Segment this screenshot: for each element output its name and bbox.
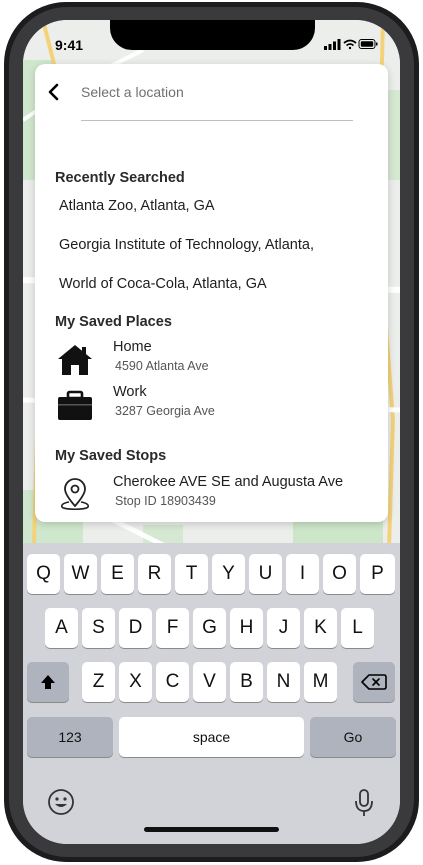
key-z[interactable]: Z xyxy=(82,662,115,702)
key-d[interactable]: D xyxy=(119,608,152,648)
key-g[interactable]: G xyxy=(193,608,226,648)
house-icon xyxy=(55,343,95,377)
key-f[interactable]: F xyxy=(156,608,189,648)
key-k[interactable]: K xyxy=(304,608,337,648)
shift-key[interactable] xyxy=(27,662,69,702)
microphone-icon xyxy=(355,789,373,816)
key-y[interactable]: Y xyxy=(212,554,245,594)
location-search-card: Recently Searched Atlanta Zoo, Atlanta, … xyxy=(35,64,388,522)
key-a[interactable]: A xyxy=(45,608,78,648)
key-c[interactable]: C xyxy=(156,662,189,702)
key-n[interactable]: N xyxy=(267,662,300,702)
saved-place-address: 3287 Georgia Ave xyxy=(115,404,215,418)
chevron-left-icon xyxy=(48,83,59,101)
emoji-icon xyxy=(48,789,74,815)
key-v[interactable]: V xyxy=(193,662,226,702)
saved-place-home[interactable]: Home 4590 Atlanta Ave xyxy=(55,339,375,379)
saved-place-address: 4590 Atlanta Ave xyxy=(115,359,209,373)
recent-search-item[interactable]: Georgia Institute of Technology, Atlanta… xyxy=(59,237,314,253)
key-t[interactable]: T xyxy=(175,554,208,594)
search-underline xyxy=(81,120,353,121)
key-w[interactable]: W xyxy=(64,554,97,594)
phone-screen: 9:41 Select a location Recently Searched… xyxy=(23,20,400,844)
dictation-button[interactable] xyxy=(353,787,375,819)
key-x[interactable]: X xyxy=(119,662,152,702)
recently-searched-title: Recently Searched xyxy=(55,170,185,186)
backspace-icon xyxy=(361,674,387,690)
onscreen-keyboard: Q W E R T Y U I O P A S D F G H J K L Z … xyxy=(23,543,400,844)
saved-place-work[interactable]: Work 3287 Georgia Ave xyxy=(55,384,375,424)
status-time: 9:41 xyxy=(55,37,84,53)
emoji-button[interactable] xyxy=(46,787,76,817)
key-o[interactable]: O xyxy=(323,554,356,594)
key-r[interactable]: R xyxy=(138,554,171,594)
saved-places-title: My Saved Places xyxy=(55,314,172,330)
key-u[interactable]: U xyxy=(249,554,282,594)
backspace-key[interactable] xyxy=(353,662,395,702)
back-button[interactable] xyxy=(45,82,63,102)
go-key[interactable]: Go xyxy=(310,717,396,757)
battery-icon xyxy=(358,39,378,49)
location-search-input[interactable] xyxy=(81,78,353,106)
key-m[interactable]: M xyxy=(304,662,337,702)
saved-stop-name: Cherokee AVE SE and Augusta Ave xyxy=(113,474,344,490)
saved-stop-item[interactable]: Cherokee AVE SE and Augusta Ave Stop ID … xyxy=(55,474,375,514)
signal-icon xyxy=(324,39,341,50)
saved-place-name: Home xyxy=(113,339,152,355)
key-j[interactable]: J xyxy=(267,608,300,648)
location-pin-icon xyxy=(55,478,95,512)
key-i[interactable]: I xyxy=(286,554,319,594)
wifi-icon xyxy=(343,39,357,50)
key-q[interactable]: Q xyxy=(27,554,60,594)
key-p[interactable]: P xyxy=(360,554,395,594)
shift-arrow-icon xyxy=(41,675,55,689)
numbers-key[interactable]: 123 xyxy=(27,717,113,757)
key-h[interactable]: H xyxy=(230,608,263,648)
saved-place-name: Work xyxy=(113,384,147,400)
status-icons xyxy=(324,37,378,55)
key-s[interactable]: S xyxy=(82,608,115,648)
home-indicator[interactable] xyxy=(144,827,279,832)
notch xyxy=(110,20,315,50)
saved-stop-id: Stop ID 18903439 xyxy=(115,494,216,508)
key-e[interactable]: E xyxy=(101,554,134,594)
briefcase-icon xyxy=(55,388,95,422)
saved-stops-title: My Saved Stops xyxy=(55,448,167,464)
key-b[interactable]: B xyxy=(230,662,263,702)
recent-search-item[interactable]: World of Coca-Cola, Atlanta, GA xyxy=(59,276,267,292)
recent-search-item[interactable]: Atlanta Zoo, Atlanta, GA xyxy=(59,198,215,214)
space-key[interactable]: space xyxy=(119,717,304,757)
key-l[interactable]: L xyxy=(341,608,374,648)
